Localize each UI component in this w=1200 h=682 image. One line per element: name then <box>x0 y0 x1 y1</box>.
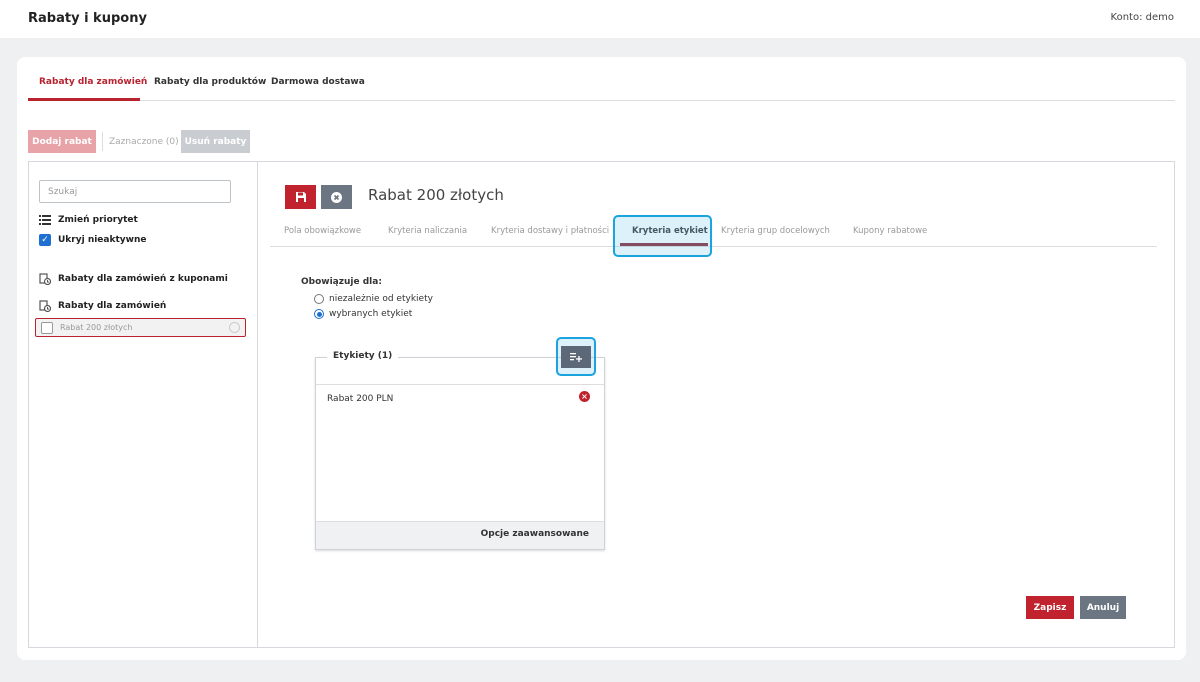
tab-free-shipping[interactable]: Darmowa dostawa <box>271 77 365 87</box>
option-selected-labels-text: wybranych etykiet <box>329 309 413 319</box>
save-button[interactable]: Zapisz <box>1026 596 1074 619</box>
discount-title: Rabat 200 złotych <box>368 186 504 204</box>
close-icon <box>331 191 342 203</box>
toolbar-divider <box>102 132 103 151</box>
tab-order-discounts[interactable]: Rabaty dla zamówień <box>39 77 147 87</box>
add-list-icon <box>570 353 582 362</box>
hide-inactive-toggle[interactable]: ✓ Ukryj nieaktywne <box>39 234 146 246</box>
labels-header-divider <box>316 384 604 385</box>
change-priority-label: Zmień priorytet <box>58 215 138 225</box>
main-tabs: Rabaty dla zamówień Rabaty dla produktów… <box>28 70 1175 101</box>
advanced-options-link[interactable]: Opcje zaawansowane <box>481 529 589 539</box>
applies-label: Obowiązuje dla: <box>301 277 382 287</box>
app-title: Rabaty i kupony <box>28 11 147 26</box>
subtab-coupons[interactable]: Kupony rabatowe <box>853 226 927 236</box>
subtab-delivery-payment[interactable]: Kryteria dostawy i płatności <box>491 226 609 236</box>
change-priority-link[interactable]: Zmień priorytet <box>39 214 138 226</box>
subtab-required-fields[interactable]: Pola obowiązkowe <box>284 226 361 236</box>
group-coupon-discounts[interactable]: Rabaty dla zamówień z kuponami <box>39 273 228 285</box>
cancel-button[interactable]: Anuluj <box>1080 596 1126 619</box>
option-any-label[interactable]: niezależnie od etykiety <box>314 294 433 304</box>
group-order-label: Rabaty dla zamówień <box>58 301 167 311</box>
discount-group-icon <box>39 300 51 312</box>
detail-subtabs: Pola obowiązkowe Kryteria naliczania Kry… <box>270 214 1157 247</box>
panel-divider <box>257 162 258 648</box>
selected-count: Zaznaczone (0) <box>109 137 179 147</box>
remove-label-icon[interactable]: × <box>579 391 590 402</box>
active-tab-underline <box>28 98 140 101</box>
save-icon-button[interactable] <box>285 185 316 209</box>
list-item[interactable]: Rabat 200 złotych <box>35 318 246 337</box>
tab-product-discounts[interactable]: Rabaty dla produktów <box>154 77 266 87</box>
labels-footer: Opcje zaawansowane <box>316 521 604 549</box>
subtab-calculation-criteria[interactable]: Kryteria naliczania <box>388 226 467 236</box>
radio-any-label[interactable] <box>314 294 324 304</box>
hide-inactive-checkbox[interactable]: ✓ <box>39 234 51 246</box>
save-icon <box>295 192 306 202</box>
search-input[interactable] <box>39 180 231 203</box>
radio-selected-labels[interactable] <box>314 309 324 319</box>
close-icon-button[interactable] <box>321 185 352 209</box>
labels-legend: Etykiety (1) <box>327 351 399 361</box>
status-circle-icon <box>229 322 240 333</box>
hide-inactive-label: Ukryj nieaktywne <box>58 235 147 245</box>
add-label-button[interactable] <box>561 346 591 368</box>
subtab-target-groups[interactable]: Kryteria grup docelowych <box>721 226 830 236</box>
discount-group-icon <box>39 273 51 285</box>
list-item-label: Rabat 200 złotych <box>60 323 133 332</box>
group-order-discounts[interactable]: Rabaty dla zamówień <box>39 300 166 312</box>
account-label[interactable]: Konto: demo <box>1111 12 1174 23</box>
label-item-name: Rabat 200 PLN <box>327 394 394 404</box>
option-any-label-text: niezależnie od etykiety <box>329 294 433 304</box>
top-bar: Rabaty i kupony Konto: demo <box>0 0 1200 38</box>
item-checkbox[interactable] <box>41 321 53 334</box>
highlight-label-criteria-tab <box>613 215 712 257</box>
group-coupon-label: Rabaty dla zamówień z kuponami <box>58 274 228 284</box>
option-selected-labels[interactable]: wybranych etykiet <box>314 309 412 319</box>
list-icon <box>39 214 51 226</box>
delete-discounts-button[interactable]: Usuń rabaty <box>181 130 250 153</box>
add-discount-button[interactable]: Dodaj rabat <box>28 130 96 153</box>
